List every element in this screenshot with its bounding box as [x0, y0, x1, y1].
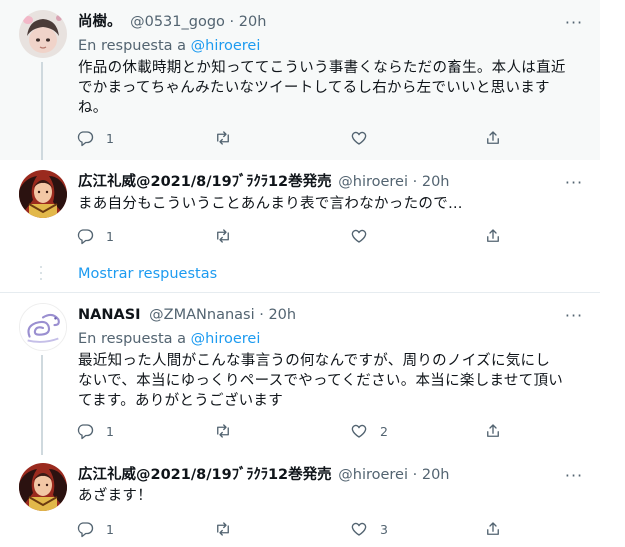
- reply-count: 1: [106, 228, 114, 244]
- reply-mention-link[interactable]: @hiroerei: [191, 38, 261, 54]
- avatar[interactable]: [19, 463, 67, 511]
- avatar[interactable]: [19, 10, 67, 58]
- retweet-button[interactable]: [214, 517, 232, 541]
- reply-prefix: En respuesta a: [78, 331, 187, 347]
- retweet-button[interactable]: [214, 126, 232, 150]
- like-button[interactable]: 2: [350, 419, 388, 443]
- tweet-header: 広江礼威@2021/8/19ﾌﾞﾗｸﾗ12巻発売 @hiroerei · 20h: [78, 172, 449, 192]
- avatar-image: [19, 10, 67, 58]
- tweet-text-line: 最近知った人間がこんな事言うの何なんですが、周りのノイズに気にし: [78, 353, 551, 369]
- reply-context: En respuesta a @hiroerei: [78, 36, 260, 56]
- like-button[interactable]: [350, 224, 368, 248]
- tweet-text-line: 作品の休載時期とか知っててこういう事書くならただの畜生。本人は直近: [78, 60, 566, 76]
- separator-dot: ·: [229, 14, 235, 30]
- tweet-text-line: ないで、本当にゆっくりペースでやってください。本当に楽しませて頂い: [78, 373, 564, 389]
- user-handle[interactable]: @0531_gogo: [130, 14, 225, 30]
- like-button[interactable]: [350, 126, 368, 150]
- share-icon: [487, 131, 499, 144]
- share-button[interactable]: [484, 126, 502, 150]
- display-name[interactable]: 尚樹。: [78, 14, 122, 30]
- reply-button[interactable]: 1: [76, 224, 114, 248]
- reply-icon: [77, 131, 94, 147]
- thread-dotted-line: [40, 266, 43, 284]
- avatar-image: [19, 170, 67, 218]
- reply-icon: [77, 229, 94, 245]
- reply-mention-link[interactable]: @hiroerei: [191, 331, 261, 347]
- timestamp[interactable]: 20h: [268, 307, 296, 323]
- retweet-button[interactable]: [214, 224, 232, 248]
- reply-prefix: En respuesta a: [78, 38, 187, 54]
- thread-line: [41, 355, 43, 455]
- tweet-text: 作品の休載時期とか知っててこういう事書くならただの畜生。本人は直近 でかまってち…: [78, 58, 593, 118]
- reply-button[interactable]: 1: [76, 126, 114, 150]
- share-icon: [487, 522, 499, 535]
- like-button[interactable]: 3: [350, 517, 388, 541]
- more-icon[interactable]: ···: [560, 175, 588, 196]
- tweet-header: 尚樹。 @0531_gogo · 20h: [78, 12, 266, 32]
- user-handle[interactable]: @hiroerei: [338, 174, 408, 190]
- retweet-icon: [217, 522, 229, 536]
- display-name[interactable]: 広江礼威@2021/8/19ﾌﾞﾗｸﾗ12巻発売: [78, 174, 332, 190]
- tweet-text-line: てます。ありがとうございます: [78, 393, 284, 409]
- retweet-icon: [217, 131, 229, 145]
- more-icon[interactable]: ···: [560, 15, 588, 36]
- conversation-thread: 尚樹。 @0531_gogo · 20h ··· En respuesta a …: [0, 0, 625, 547]
- timestamp[interactable]: 20h: [239, 14, 267, 30]
- tweet-text: まあ自分もこういうことあんまり表で言わなかったので…: [78, 194, 593, 214]
- reply-icon: [77, 522, 94, 538]
- like-count: 2: [380, 423, 388, 439]
- like-count: 3: [380, 521, 388, 537]
- reply-count: 1: [106, 130, 114, 146]
- reply-count: 1: [106, 423, 114, 439]
- tweet-1[interactable]: 尚樹。 @0531_gogo · 20h ··· En respuesta a …: [0, 0, 600, 160]
- tweet-text-line: ね。: [78, 100, 108, 116]
- separator-dot: ·: [412, 467, 418, 483]
- thread-line: [41, 62, 43, 160]
- display-name[interactable]: 広江礼威@2021/8/19ﾌﾞﾗｸﾗ12巻発売: [78, 467, 332, 483]
- tweet-text: 最近知った人間がこんな事言うの何なんですが、周りのノイズに気にし ないで、本当に…: [78, 351, 593, 411]
- avatar-image: [20, 304, 66, 350]
- timestamp[interactable]: 20h: [422, 467, 450, 483]
- retweet-button[interactable]: [214, 419, 232, 443]
- tweet-2[interactable]: 広江礼威@2021/8/19ﾌﾞﾗｸﾗ12巻発売 @hiroerei · 20h…: [0, 160, 600, 288]
- share-icon: [487, 424, 499, 437]
- reply-context: En respuesta a @hiroerei: [78, 329, 260, 349]
- like-icon: [351, 522, 367, 536]
- tweet-header: 広江礼威@2021/8/19ﾌﾞﾗｸﾗ12巻発売 @hiroerei · 20h: [78, 465, 449, 485]
- tweet-text: あざます！: [78, 486, 593, 506]
- reply-count: 1: [106, 521, 114, 537]
- share-button[interactable]: [484, 419, 502, 443]
- like-icon: [351, 424, 367, 438]
- avatar-image: [19, 463, 67, 511]
- display-name[interactable]: NANASI: [78, 307, 141, 323]
- tweet-text-line: あざます！: [78, 488, 152, 504]
- avatar[interactable]: [19, 303, 67, 351]
- more-icon[interactable]: ···: [560, 308, 588, 329]
- reply-icon: [77, 424, 94, 440]
- tweet-3[interactable]: NANASI @ZMANnanasi · 20h ··· En respuest…: [0, 293, 600, 455]
- avatar[interactable]: [19, 170, 67, 218]
- retweet-icon: [217, 229, 229, 243]
- reply-button[interactable]: 1: [76, 419, 114, 443]
- like-icon: [351, 229, 367, 243]
- like-icon: [351, 131, 367, 145]
- retweet-icon: [217, 424, 229, 438]
- separator-dot: ·: [412, 174, 418, 190]
- tweet-text-line: まあ自分もこういうことあんまり表で言わなかったので…: [78, 196, 463, 212]
- show-replies-link[interactable]: Mostrar respuestas: [78, 264, 217, 284]
- user-handle[interactable]: @ZMANnanasi: [149, 307, 254, 323]
- timestamp[interactable]: 20h: [422, 174, 450, 190]
- tweet-text-line: でかまってちゃんみたいなツイートしてるし右から左でいいと思います: [78, 80, 550, 96]
- tweet-header: NANASI @ZMANnanasi · 20h: [78, 305, 296, 325]
- reply-button[interactable]: 1: [76, 517, 114, 541]
- share-button[interactable]: [484, 224, 502, 248]
- user-handle[interactable]: @hiroerei: [338, 467, 408, 483]
- separator-dot: ·: [259, 307, 264, 323]
- tweet-4[interactable]: 広江礼威@2021/8/19ﾌﾞﾗｸﾗ12巻発売 @hiroerei · 20h…: [0, 455, 600, 547]
- share-button[interactable]: [484, 517, 502, 541]
- share-icon: [487, 229, 499, 242]
